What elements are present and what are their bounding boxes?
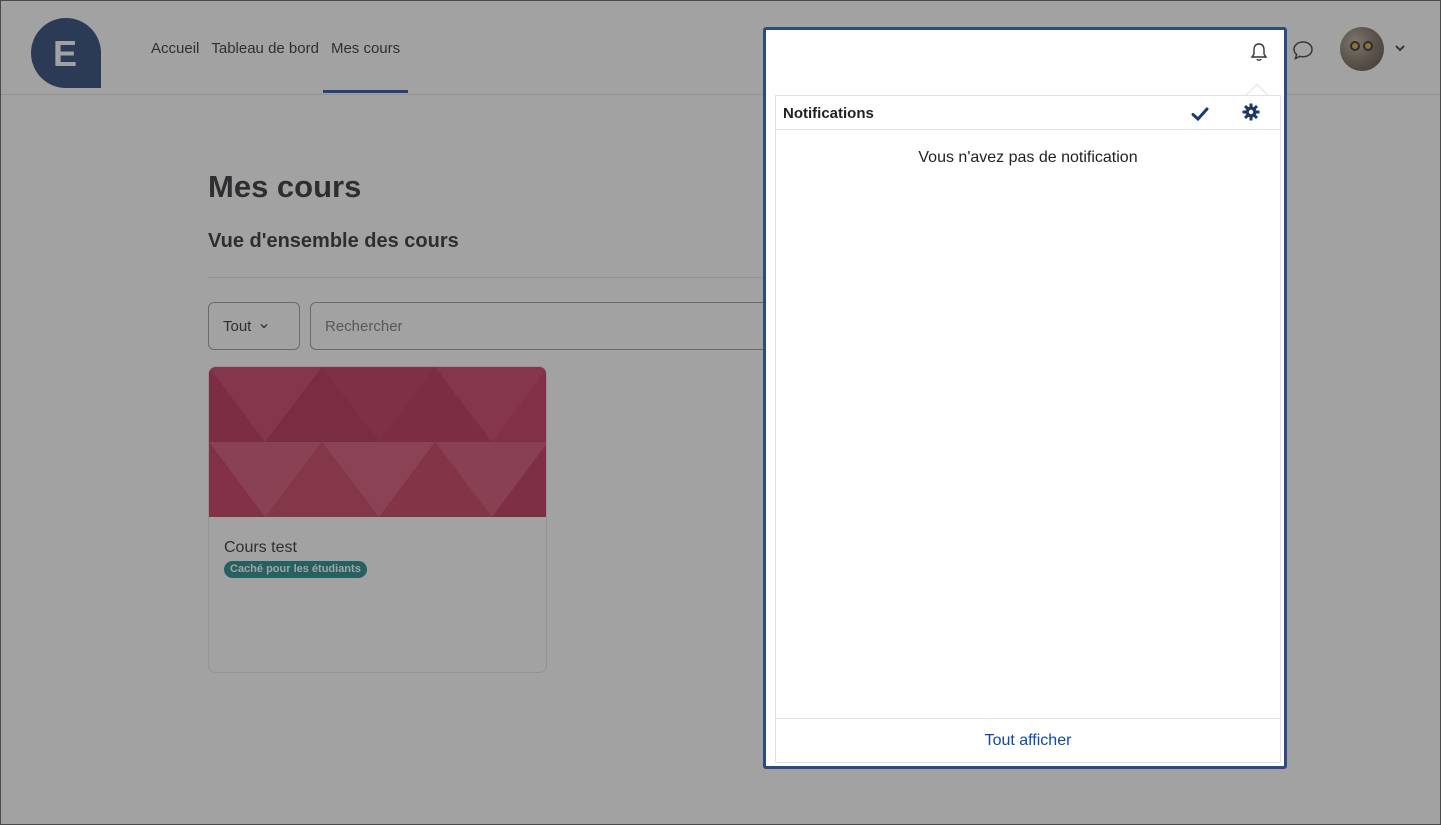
notifications-header: Notifications: [776, 96, 1280, 130]
notifications-title: Notifications: [783, 105, 874, 122]
notifications-popover: Notifications Vous n'avez pas de notific…: [775, 95, 1281, 763]
empty-notifications-message: Vous n'avez pas de notification: [918, 149, 1138, 166]
app-window: E Accueil Tableau de bord Mes cours Mes …: [0, 0, 1441, 825]
check-icon[interactable]: [1191, 106, 1209, 122]
bell-icon[interactable]: [1249, 41, 1269, 63]
see-all-notifications-link[interactable]: Tout afficher: [985, 732, 1072, 750]
notifications-footer: Tout afficher: [776, 718, 1280, 762]
gear-icon[interactable]: [1242, 103, 1260, 121]
